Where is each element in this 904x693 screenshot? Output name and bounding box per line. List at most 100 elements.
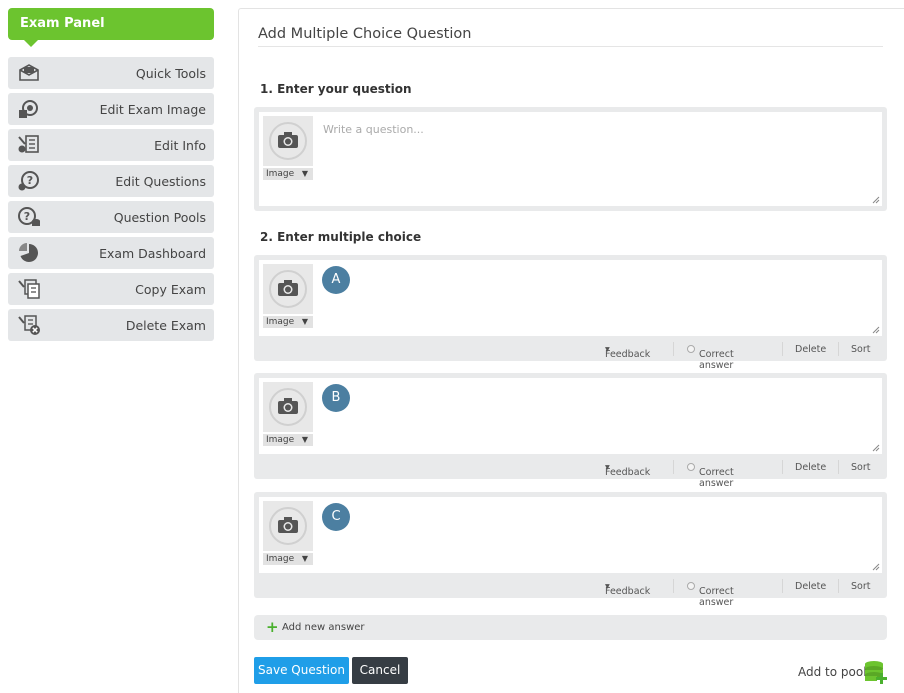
question-image-dropdown[interactable]: Image ▼ [263, 168, 313, 180]
divider [782, 579, 783, 593]
feedback-dropdown[interactable]: Feedback ▾ [605, 581, 650, 597]
radio-icon [687, 345, 695, 353]
sidebar-item-copy-exam[interactable]: Copy Exam [8, 273, 214, 305]
dashboard-pie-icon [17, 242, 41, 264]
caret-down-icon: ▼ [301, 435, 308, 444]
correct-answer-radio[interactable]: Correct answer [687, 344, 734, 371]
sort-answer-button[interactable]: Sort [851, 344, 870, 355]
resize-handle-icon[interactable] [872, 444, 880, 452]
feedback-label: Feedback [605, 467, 651, 478]
divider [673, 342, 674, 356]
divider [673, 579, 674, 593]
delete-answer-button[interactable]: Delete [795, 581, 826, 592]
answer-letter-badge: B [322, 384, 350, 412]
sidebar-item-quick-tools[interactable]: Quick Tools [8, 57, 214, 89]
answer-textarea-b[interactable]: Image ▼ B [259, 378, 882, 454]
camera-icon [269, 270, 307, 308]
feedback-label: Feedback [605, 349, 651, 360]
sidebar-item-label: Question Pools [113, 209, 206, 225]
answer-toolbar: Feedback ▾ Correct answer Delete Sort [254, 457, 887, 489]
answer-box-c: Image ▼ C Feedback ▾ Correct answer Delet… [254, 492, 887, 608]
sidebar-item-exam-dashboard[interactable]: Exam Dashboard [8, 237, 214, 269]
sidebar-item-edit-exam-image[interactable]: Edit Exam Image [8, 93, 214, 125]
exam-panel-header: Exam Panel [8, 8, 214, 47]
sidebar-item-question-pools[interactable]: ? Question Pools [8, 201, 214, 233]
add-to-pool-database-icon[interactable] [864, 660, 888, 684]
caret-down-icon: ▼ [301, 554, 308, 563]
divider [838, 460, 839, 474]
copy-exam-icon [17, 278, 41, 300]
answer-toolbar: Feedback ▾ Correct answer Delete Sort [254, 339, 887, 371]
sidebar-item-label: Delete Exam [125, 317, 206, 333]
question-placeholder: Write a question... [323, 123, 424, 136]
answer-image-slot[interactable] [263, 382, 313, 432]
sort-answer-button[interactable]: Sort [851, 462, 870, 473]
answer-image-dropdown[interactable]: Image ▼ [263, 553, 313, 565]
image-dropdown-label: Image [266, 554, 295, 564]
answer-image-dropdown[interactable]: Image ▼ [263, 316, 313, 328]
quick-tools-icon [17, 62, 41, 84]
camera-icon [269, 122, 307, 160]
answer-box-a: Image ▼ A Feedback ▾ Correct answer Delet… [254, 255, 887, 371]
svg-text:?: ? [27, 174, 33, 187]
page-title: Add Multiple Choice Question [258, 26, 472, 42]
cancel-button[interactable]: Cancel [352, 657, 408, 684]
delete-answer-button[interactable]: Delete [795, 462, 826, 473]
resize-handle-icon[interactable] [872, 326, 880, 334]
divider [838, 342, 839, 356]
exam-image-icon [17, 98, 41, 120]
sidebar-item-delete-exam[interactable]: Delete Exam [8, 309, 214, 341]
image-dropdown-label: Image [266, 169, 295, 179]
divider [782, 460, 783, 474]
answer-textarea-a[interactable]: Image ▼ A [259, 260, 882, 336]
delete-exam-icon [17, 314, 41, 336]
feedback-dropdown[interactable]: Feedback ▾ [605, 462, 650, 478]
add-to-pool-label[interactable]: Add to pool [798, 665, 867, 679]
plus-icon: + [266, 618, 279, 636]
add-new-answer-label: Add new answer [282, 622, 365, 633]
feedback-label: Feedback [605, 586, 651, 597]
divider [673, 460, 674, 474]
sidebar-item-label: Edit Exam Image [99, 101, 206, 117]
save-question-button[interactable]: Save Question [254, 657, 349, 684]
answer-textarea-c[interactable]: Image ▼ C [259, 497, 882, 573]
title-divider [258, 46, 883, 47]
sidebar-item-label: Quick Tools [135, 65, 206, 81]
step-question-label: 1. Enter your question [260, 82, 412, 96]
question-image-slot[interactable] [263, 116, 313, 166]
sidebar-item-label: Edit Questions [115, 173, 206, 189]
correct-answer-label: Correct answer [699, 586, 734, 608]
sidebar-item-edit-info[interactable]: Edit Info [8, 129, 214, 161]
question-box: Image ▼ Write a question... [254, 107, 887, 211]
answer-image-slot[interactable] [263, 264, 313, 314]
answer-letter-badge: A [322, 266, 350, 294]
image-dropdown-label: Image [266, 317, 295, 327]
sidebar-item-label: Edit Info [154, 137, 206, 153]
answer-letter-badge: C [322, 503, 350, 531]
answer-image-slot[interactable] [263, 501, 313, 551]
step-choices-label: 2. Enter multiple choice [260, 230, 422, 244]
question-textarea[interactable]: Image ▼ Write a question... [259, 112, 882, 206]
sort-answer-button[interactable]: Sort [851, 581, 870, 592]
question-pools-icon: ? [17, 206, 41, 228]
correct-answer-radio[interactable]: Correct answer [687, 581, 734, 608]
add-new-answer-button[interactable]: + Add new answer [254, 615, 887, 640]
resize-handle-icon[interactable] [872, 196, 880, 204]
divider [838, 579, 839, 593]
sidebar-item-edit-questions[interactable]: ? Edit Questions [8, 165, 214, 197]
camera-icon [269, 507, 307, 545]
resize-handle-icon[interactable] [872, 563, 880, 571]
edit-questions-icon: ? [17, 170, 41, 192]
answer-toolbar: Feedback ▾ Correct answer Delete Sort [254, 576, 887, 608]
feedback-dropdown[interactable]: Feedback ▾ [605, 344, 650, 360]
svg-text:?: ? [24, 210, 30, 223]
camera-icon [269, 388, 307, 426]
correct-answer-radio[interactable]: Correct answer [687, 462, 734, 489]
sidebar-item-label: Exam Dashboard [99, 245, 206, 261]
answer-image-dropdown[interactable]: Image ▼ [263, 434, 313, 446]
caret-down-icon: ▼ [301, 169, 308, 178]
divider [782, 342, 783, 356]
delete-answer-button[interactable]: Delete [795, 344, 826, 355]
radio-icon [687, 582, 695, 590]
correct-answer-label: Correct answer [699, 467, 734, 489]
